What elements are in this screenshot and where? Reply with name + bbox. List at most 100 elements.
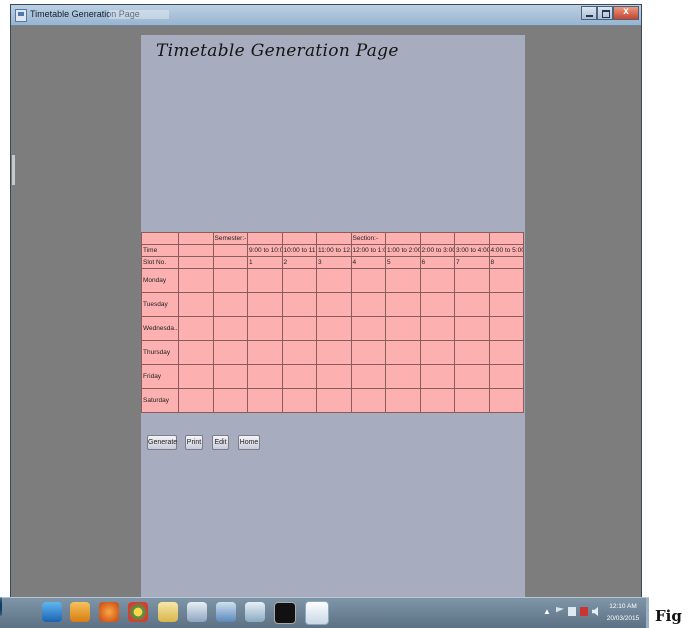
- firefox-icon[interactable]: [99, 602, 119, 622]
- table-cell[interactable]: 1:00 to 2:00: [385, 244, 421, 257]
- table-cell[interactable]: [212, 256, 248, 269]
- close-button[interactable]: [613, 6, 639, 20]
- maximize-button[interactable]: [597, 6, 613, 20]
- day-label[interactable]: Tuesday: [141, 292, 179, 317]
- table-cell[interactable]: 9:00 to 10:00: [247, 244, 283, 257]
- table-cell[interactable]: [454, 388, 490, 413]
- table-cell[interactable]: [316, 268, 352, 293]
- table-cell[interactable]: 2:00 to 3:00: [419, 244, 455, 257]
- table-cell[interactable]: [247, 364, 283, 389]
- day-label[interactable]: Thursday: [141, 340, 179, 365]
- table-cell[interactable]: [385, 268, 421, 293]
- table-cell[interactable]: [350, 292, 386, 317]
- home-button[interactable]: Home: [238, 435, 260, 450]
- table-cell[interactable]: 12:00 to 1:00: [350, 244, 386, 257]
- table-cell[interactable]: [247, 292, 283, 317]
- table-cell[interactable]: 4: [350, 256, 386, 269]
- java-app-taskbar-icon[interactable]: [305, 601, 329, 625]
- table-cell[interactable]: [454, 316, 490, 341]
- chrome-icon[interactable]: [128, 602, 148, 622]
- table-cell[interactable]: [350, 268, 386, 293]
- table-cell[interactable]: 6: [419, 256, 455, 269]
- power-icon[interactable]: [580, 607, 588, 616]
- table-cell[interactable]: [488, 268, 524, 293]
- table-cell[interactable]: [141, 232, 179, 245]
- table-cell[interactable]: [385, 292, 421, 317]
- window-titlebar[interactable]: Timetable Generation Page: [11, 5, 641, 26]
- table-cell[interactable]: Semester:-: [212, 232, 248, 245]
- table-cell[interactable]: [178, 232, 214, 245]
- table-cell[interactable]: [350, 316, 386, 341]
- taskbar-clock[interactable]: 12:10 AM 20/03/2015: [604, 601, 642, 625]
- table-cell[interactable]: [212, 244, 248, 257]
- volume-icon[interactable]: [592, 607, 598, 616]
- command-prompt-icon[interactable]: [274, 602, 296, 624]
- table-cell[interactable]: [281, 388, 317, 413]
- table-cell[interactable]: [212, 292, 248, 317]
- table-cell[interactable]: [247, 232, 283, 245]
- day-label[interactable]: Friday: [141, 364, 179, 389]
- tray-expand-icon[interactable]: ▲: [543, 607, 551, 616]
- start-button-icon[interactable]: [0, 597, 2, 616]
- table-cell[interactable]: Time: [141, 244, 179, 257]
- table-cell[interactable]: [178, 364, 214, 389]
- table-cell[interactable]: [281, 316, 317, 341]
- table-cell[interactable]: [316, 232, 352, 245]
- network-app-icon[interactable]: [216, 602, 236, 622]
- table-cell[interactable]: [385, 340, 421, 365]
- table-cell[interactable]: [281, 268, 317, 293]
- table-cell[interactable]: 5: [385, 256, 421, 269]
- day-label[interactable]: Wednesda...: [141, 316, 179, 341]
- timetable-grid[interactable]: Semester:- Section:- Time 9:00 to 10:00 …: [141, 232, 524, 413]
- table-cell[interactable]: [316, 388, 352, 413]
- table-cell[interactable]: [212, 364, 248, 389]
- table-cell[interactable]: [419, 364, 455, 389]
- table-cell[interactable]: [281, 232, 317, 245]
- action-center-flag-icon[interactable]: [556, 607, 564, 613]
- table-cell[interactable]: [178, 340, 214, 365]
- table-cell[interactable]: [212, 340, 248, 365]
- table-cell[interactable]: [385, 232, 421, 245]
- day-label[interactable]: Monday: [141, 268, 179, 293]
- table-cell[interactable]: [178, 292, 214, 317]
- generate-button[interactable]: Generate: [147, 435, 177, 450]
- table-cell[interactable]: [316, 292, 352, 317]
- table-cell[interactable]: [454, 340, 490, 365]
- table-cell[interactable]: 3:00 to 4:00: [454, 244, 490, 257]
- table-cell[interactable]: [488, 388, 524, 413]
- tool-app-icon[interactable]: [245, 602, 265, 622]
- table-cell[interactable]: [350, 388, 386, 413]
- table-cell[interactable]: 1: [247, 256, 283, 269]
- table-cell[interactable]: 7: [454, 256, 490, 269]
- table-cell[interactable]: [212, 316, 248, 341]
- table-cell[interactable]: [212, 268, 248, 293]
- minimize-button[interactable]: [581, 6, 597, 20]
- table-cell[interactable]: [316, 316, 352, 341]
- table-cell[interactable]: [419, 340, 455, 365]
- table-cell[interactable]: [178, 388, 214, 413]
- table-cell[interactable]: [247, 316, 283, 341]
- table-cell[interactable]: [454, 292, 490, 317]
- table-cell[interactable]: [488, 316, 524, 341]
- table-cell[interactable]: [247, 268, 283, 293]
- show-desktop-button[interactable]: [646, 598, 649, 628]
- table-cell[interactable]: [281, 364, 317, 389]
- table-cell[interactable]: 11:00 to 12...: [316, 244, 352, 257]
- file-explorer-icon[interactable]: [158, 602, 178, 622]
- table-cell[interactable]: [385, 316, 421, 341]
- table-cell[interactable]: 10:00 to 11...: [281, 244, 317, 257]
- table-cell[interactable]: [419, 316, 455, 341]
- table-cell[interactable]: [454, 268, 490, 293]
- table-cell[interactable]: [488, 340, 524, 365]
- table-cell[interactable]: [178, 256, 214, 269]
- table-cell[interactable]: 2: [281, 256, 317, 269]
- table-cell[interactable]: [419, 268, 455, 293]
- table-cell[interactable]: [212, 388, 248, 413]
- network-icon[interactable]: [568, 607, 576, 616]
- table-cell[interactable]: [419, 292, 455, 317]
- window-app-icon[interactable]: [187, 602, 207, 622]
- media-player-icon[interactable]: [70, 602, 90, 622]
- table-cell[interactable]: [488, 232, 524, 245]
- edit-button[interactable]: Edit: [212, 435, 229, 450]
- table-cell[interactable]: 3: [316, 256, 352, 269]
